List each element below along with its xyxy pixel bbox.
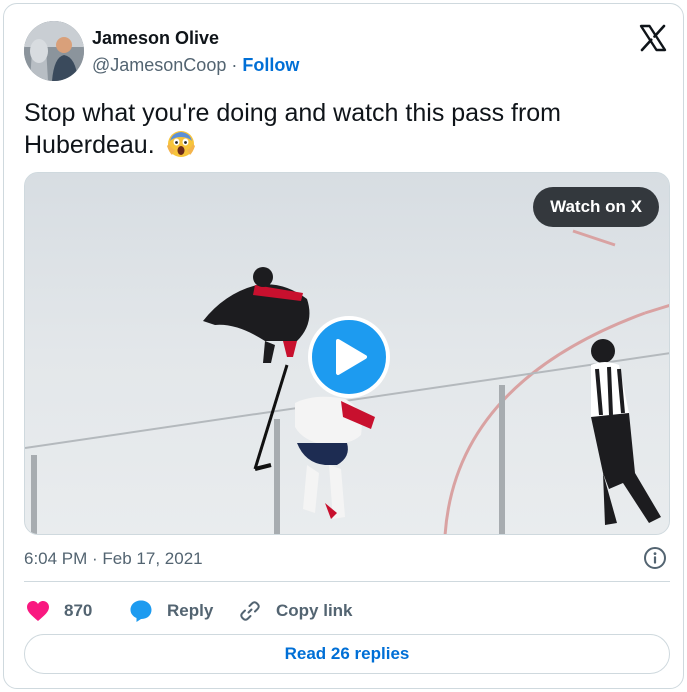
tweet-text: Stop what you're doing and watch this pa… xyxy=(24,99,562,159)
tweet-timestamp[interactable]: 6:04 PM · Feb 17, 2021 xyxy=(24,549,203,569)
tweet-card: Jameson Olive @JamesonCoop · Follow Stop… xyxy=(3,3,684,689)
copy-link-label: Copy link xyxy=(276,601,353,620)
x-logo-icon[interactable] xyxy=(638,23,668,53)
heart-icon xyxy=(27,601,49,621)
like-action[interactable]: 870 xyxy=(26,596,92,626)
play-icon xyxy=(336,339,367,375)
author-handle[interactable]: @JamesonCoop xyxy=(92,55,226,75)
author-avatar[interactable] xyxy=(24,21,84,81)
read-replies-button[interactable]: Read 26 replies xyxy=(24,634,670,674)
tweet-text-block: Stop what you're doing and watch this pa… xyxy=(24,97,624,161)
face-screaming-in-fear-icon xyxy=(166,129,196,159)
watch-on-x-badge[interactable]: Watch on X xyxy=(533,187,659,227)
divider-top xyxy=(24,581,670,582)
reply-bubble-icon xyxy=(130,600,152,622)
reply-action[interactable]: Reply xyxy=(129,596,213,626)
copy-link-action[interactable]: Copy link xyxy=(238,596,353,626)
follow-link[interactable]: Follow xyxy=(242,55,299,75)
link-icon xyxy=(240,601,260,621)
author-name[interactable]: Jameson Olive xyxy=(92,28,219,49)
handle-separator: · xyxy=(226,55,243,75)
reply-label: Reply xyxy=(167,601,214,620)
play-button[interactable] xyxy=(308,316,390,398)
like-count: 870 xyxy=(64,601,93,620)
author-handle-row: @JamesonCoop · Follow xyxy=(92,55,299,76)
video-thumbnail[interactable]: Watch on X xyxy=(24,172,670,535)
info-icon[interactable] xyxy=(643,546,667,570)
avatar-image xyxy=(24,21,84,81)
